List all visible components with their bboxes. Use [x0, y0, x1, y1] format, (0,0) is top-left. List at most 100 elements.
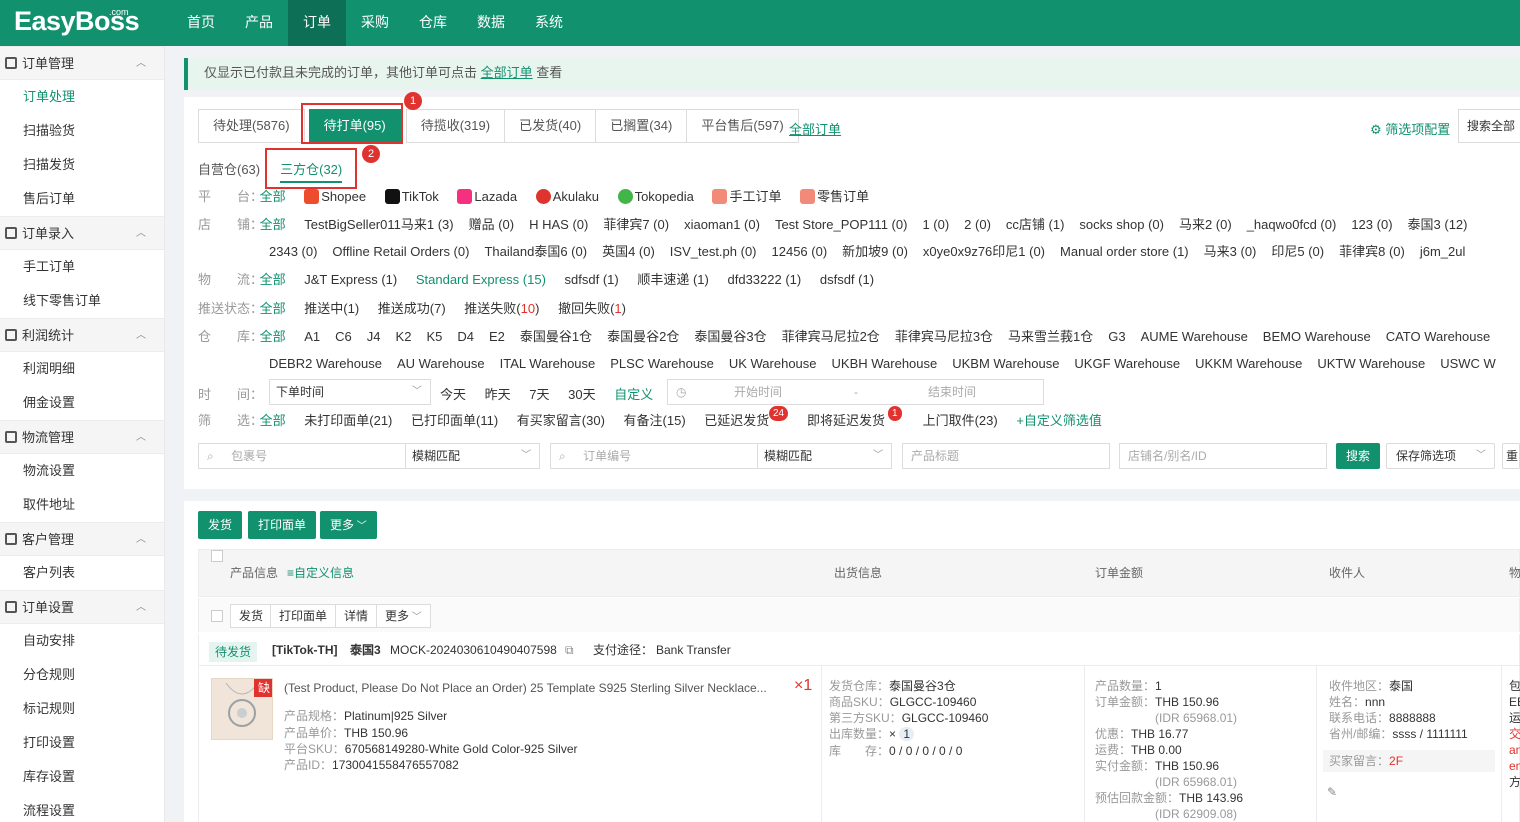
time-7days[interactable]: 7天: [529, 382, 549, 408]
edit-icon[interactable]: ✎: [1327, 784, 1337, 800]
push-fail-option[interactable]: 推送失败(10): [464, 299, 539, 319]
warehouse-option[interactable]: DEBR2 Warehouse: [269, 354, 382, 374]
row-detail-button[interactable]: 详情: [335, 604, 378, 628]
sidebar-group-order-settings[interactable]: 订单设置 ︿: [0, 590, 164, 624]
warehouse-option[interactable]: E2: [489, 327, 505, 347]
sidebar-group-profit[interactable]: 利润统计 ︿: [0, 318, 164, 352]
warehouse-option[interactable]: 泰国曼谷1仓: [520, 327, 592, 347]
shop-option[interactable]: 新加坡9 (0): [842, 242, 908, 262]
warehouse-option[interactable]: UKTW Warehouse: [1317, 354, 1425, 374]
warehouse-option[interactable]: UKBH Warehouse: [832, 354, 938, 374]
nav-warehouse[interactable]: 仓库: [404, 0, 462, 46]
shop-name-input[interactable]: 店铺名/别名/ID: [1119, 443, 1327, 469]
nav-products[interactable]: 产品: [230, 0, 288, 46]
search-all-select[interactable]: 搜索全部: [1458, 109, 1520, 143]
subtab-self-warehouse[interactable]: 自营仓(63): [198, 159, 260, 183]
screen-soon-delayed[interactable]: 即将延迟发货: [807, 411, 885, 431]
warehouse-option[interactable]: UK Warehouse: [729, 354, 817, 374]
push-option[interactable]: 推送中(1): [304, 299, 359, 319]
sidebar-group-order-management[interactable]: 订单管理 ︿: [0, 46, 164, 80]
sidebar-item-print-settings[interactable]: 打印设置: [0, 726, 164, 760]
push-cancel-fail-option[interactable]: 撤回失败(1): [558, 299, 626, 319]
logistics-option[interactable]: 顺丰速递 (1): [637, 270, 709, 290]
ship-button[interactable]: 发货: [198, 511, 243, 539]
shop-option[interactable]: TestBigSeller011马来1 (3): [304, 215, 453, 235]
shop-option[interactable]: x0ye0x9z76印尼1 (0): [923, 242, 1045, 262]
filter-config-button[interactable]: ⚙ 筛选项配置: [1370, 119, 1450, 138]
sidebar-item-auto-arrange[interactable]: 自动安排: [0, 624, 164, 658]
shop-option[interactable]: 泰国3 (12): [1408, 215, 1468, 235]
logistics-option[interactable]: dfd33222 (1): [728, 270, 802, 290]
search-button[interactable]: 搜索: [1336, 443, 1381, 469]
row-more-button[interactable]: 更多 ﹀: [376, 604, 431, 628]
shop-option[interactable]: 2343 (0): [269, 242, 317, 262]
product-title[interactable]: (Test Product, Please Do Not Place an Or…: [284, 680, 779, 696]
nav-purchase[interactable]: 采购: [346, 0, 404, 46]
logistics-option[interactable]: sdfsdf (1): [565, 270, 619, 290]
tab-after-sales[interactable]: 平台售后(597): [686, 109, 799, 143]
sidebar-item-flow-settings[interactable]: 流程设置: [0, 794, 164, 822]
order-match-select[interactable]: 模糊匹配 ﹀: [757, 443, 892, 469]
sidebar-item-logistics-settings[interactable]: 物流设置: [0, 454, 164, 488]
shop-option[interactable]: 菲律宾8 (0): [1339, 242, 1405, 262]
sidebar-item-order-processing[interactable]: 订单处理: [0, 80, 164, 114]
warehouse-option[interactable]: J4: [367, 327, 381, 347]
sidebar-item-warehouse-rules[interactable]: 分仓规则: [0, 658, 164, 692]
nav-orders[interactable]: 订单: [288, 0, 346, 46]
copy-icon[interactable]: ⧉: [565, 634, 574, 666]
shop-option[interactable]: 印尼5 (0): [1271, 242, 1324, 262]
all-orders-tab-link[interactable]: 全部订单: [789, 119, 841, 138]
shop-option[interactable]: ISV_test.ph (0): [670, 242, 757, 262]
sidebar-item-customer-list[interactable]: 客户列表: [0, 556, 164, 590]
warehouse-option[interactable]: 泰国曼谷3仓: [694, 327, 766, 347]
warehouse-option[interactable]: UKGF Warehouse: [1074, 354, 1180, 374]
row-select-checkbox[interactable]: [211, 608, 223, 623]
nav-data[interactable]: 数据: [462, 0, 520, 46]
shop-all[interactable]: 全部: [260, 215, 286, 235]
shop-option[interactable]: 马来2 (0): [1179, 215, 1232, 235]
shop-option[interactable]: Thailand泰国6 (0): [484, 242, 587, 262]
tab-on-hold[interactable]: 已搁置(34): [595, 109, 688, 143]
sidebar-group-order-entry[interactable]: 订单录入 ︿: [0, 216, 164, 250]
shop-option[interactable]: Test Store_POP111 (0): [775, 215, 907, 235]
sidebar-item-offline-retail[interactable]: 线下零售订单: [0, 284, 164, 318]
shop-option[interactable]: 菲律宾7 (0): [603, 215, 669, 235]
warehouse-option[interactable]: BEMO Warehouse: [1263, 327, 1371, 347]
tab-pending[interactable]: 待处理(5876): [198, 109, 305, 143]
sidebar-item-manual-order[interactable]: 手工订单: [0, 250, 164, 284]
warehouse-option[interactable]: D4: [457, 327, 474, 347]
time-30days[interactable]: 30天: [568, 382, 595, 408]
row-print-button[interactable]: 打印面单: [270, 604, 337, 628]
warehouse-option[interactable]: 马来雪兰莪1仓: [1008, 327, 1093, 347]
warehouse-option[interactable]: C6: [335, 327, 352, 347]
shop-option[interactable]: j6m_2ul: [1420, 242, 1466, 262]
screen-printed[interactable]: 已打印面单(11): [411, 411, 498, 431]
warehouse-option[interactable]: 菲律宾马尼拉3仓: [895, 327, 993, 347]
product-title-input[interactable]: 产品标题: [902, 443, 1110, 469]
notice-all-orders-link[interactable]: 全部订单: [481, 65, 533, 80]
warehouse-option[interactable]: 泰国曼谷2仓: [607, 327, 679, 347]
sidebar-item-stock-settings[interactable]: 库存设置: [0, 760, 164, 794]
sidebar-item-mark-rules[interactable]: 标记规则: [0, 692, 164, 726]
warehouse-option[interactable]: K5: [426, 327, 442, 347]
shop-option[interactable]: socks shop (0): [1079, 215, 1164, 235]
screen-delayed[interactable]: 已延迟发货: [704, 411, 769, 431]
screen-all[interactable]: 全部: [260, 411, 286, 431]
screen-buyer-msg[interactable]: 有买家留言(30): [517, 411, 605, 431]
nav-home[interactable]: 首页: [172, 0, 230, 46]
sidebar-item-pickup-address[interactable]: 取件地址: [0, 488, 164, 522]
shop-option[interactable]: 马来3 (0): [1204, 242, 1257, 262]
platform-shopee[interactable]: Shopee: [304, 187, 366, 207]
package-number-input[interactable]: ⌕ 包裹号: [198, 443, 406, 469]
warehouse-option[interactable]: AU Warehouse: [397, 354, 485, 374]
custom-info-link[interactable]: ≡自定义信息: [287, 550, 354, 596]
logistics-all[interactable]: 全部: [260, 270, 286, 290]
shop-option[interactable]: H HAS (0): [529, 215, 588, 235]
more-actions-button[interactable]: 更多 ﹀: [320, 511, 377, 539]
shop-option[interactable]: 123 (0): [1351, 215, 1392, 235]
platform-lazada[interactable]: Lazada: [457, 187, 517, 207]
time-yesterday[interactable]: 昨天: [485, 382, 511, 408]
row-ship-button[interactable]: 发货: [230, 604, 273, 628]
warehouse-option[interactable]: ITAL Warehouse: [500, 354, 596, 374]
warehouse-option[interactable]: A1: [304, 327, 320, 347]
